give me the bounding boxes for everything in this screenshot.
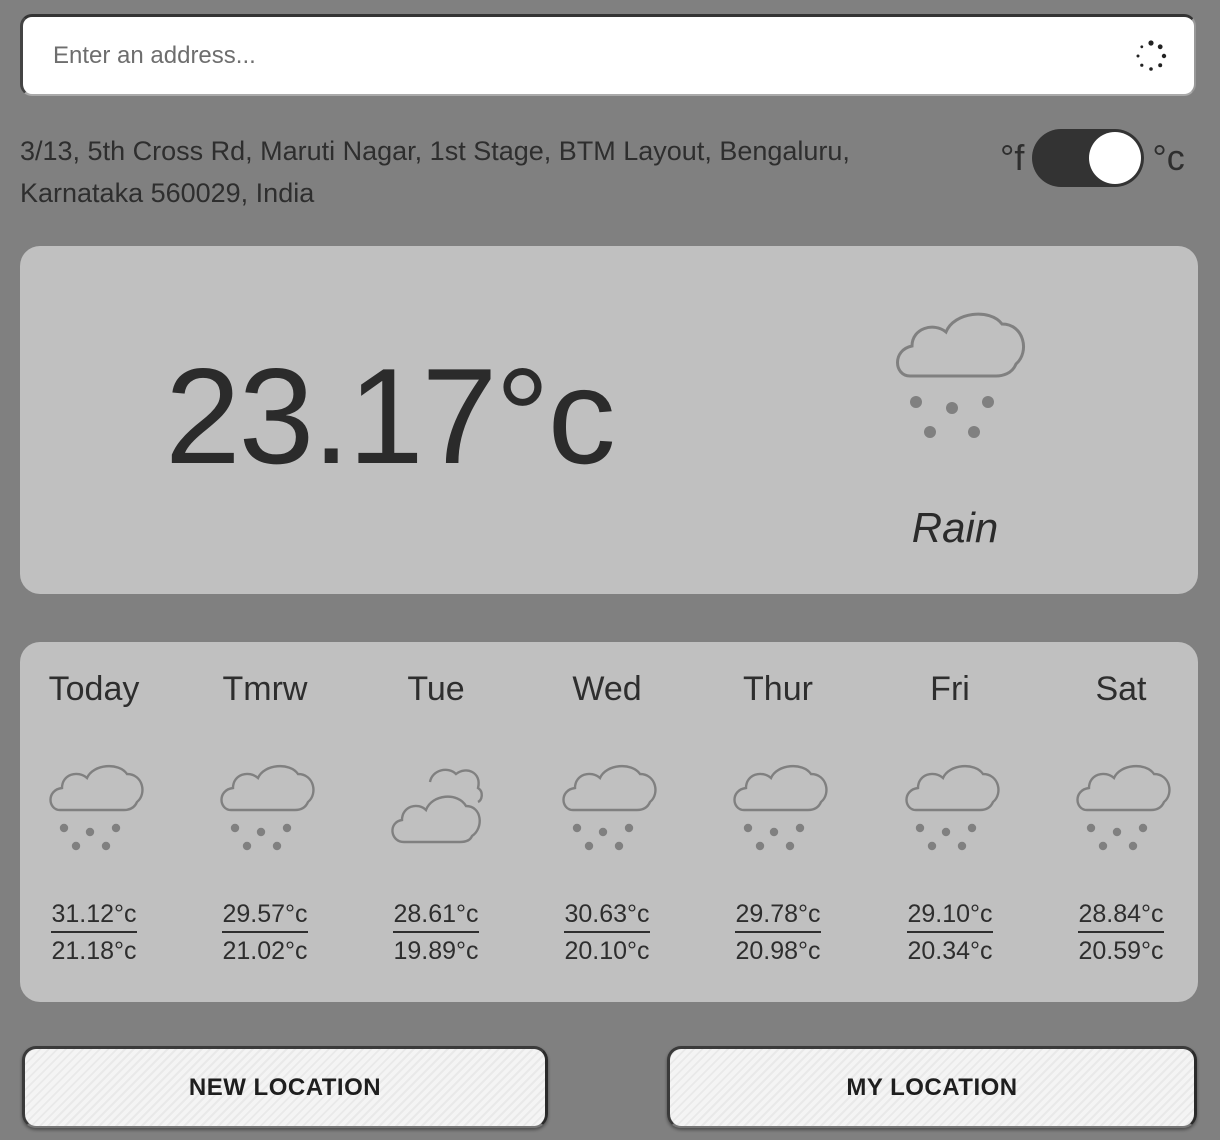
my-location-button[interactable]: MY LOCATION xyxy=(667,1046,1197,1128)
current-address: 3/13, 5th Cross Rd, Maruti Nagar, 1st St… xyxy=(20,136,850,208)
forecast-temps: 30.63°c 20.10°c xyxy=(527,900,687,966)
forecast-day-name: Tue xyxy=(407,670,465,708)
forecast-day: Tue 28.61°c 19.89°c xyxy=(356,642,516,1002)
forecast-low: 19.89°c xyxy=(393,937,479,965)
current-weather-card: 23.17°c Rain xyxy=(20,246,1198,594)
forecast-high: 31.12°c xyxy=(51,900,137,933)
forecast-high: 30.63°c xyxy=(564,900,650,933)
forecast-high: 29.10°c xyxy=(907,900,993,933)
loading-spinner-icon xyxy=(1136,39,1167,71)
current-temperature: 23.17°c xyxy=(165,340,616,492)
forecast-high: 29.78°c xyxy=(735,900,821,933)
forecast-high: 28.84°c xyxy=(1078,900,1164,933)
rain-cloud-icon xyxy=(1076,765,1171,851)
forecast-day-name: Fri xyxy=(930,670,970,708)
forecast-temps: 29.10°c 20.34°c xyxy=(870,900,1030,966)
rain-cloud-icon xyxy=(49,765,144,851)
forecast-day-name: Wed xyxy=(572,670,642,708)
rain-cloud-icon xyxy=(220,765,315,851)
forecast-high: 28.61°c xyxy=(393,900,479,933)
forecast-low: 20.34°c xyxy=(907,937,993,965)
forecast-card: Today 31.12°c 21.18°c Tmrw 29.57°c 21.02… xyxy=(20,642,1198,1002)
forecast-temps: 28.61°c 19.89°c xyxy=(356,900,516,966)
weather-app: 3/13, 5th Cross Rd, Maruti Nagar, 1st St… xyxy=(0,0,1220,1140)
fahrenheit-label: °f xyxy=(1000,137,1025,178)
rain-cloud-icon xyxy=(562,765,657,851)
celsius-label: °c xyxy=(1152,137,1185,178)
forecast-low: 20.10°c xyxy=(564,937,650,965)
forecast-low: 20.98°c xyxy=(735,937,821,965)
forecast-low: 20.59°c xyxy=(1078,937,1164,965)
cloudy-icon xyxy=(391,768,483,844)
forecast-day: Tmrw 29.57°c 21.02°c xyxy=(185,642,345,1002)
forecast-low: 21.02°c xyxy=(222,937,308,965)
rain-cloud-icon xyxy=(733,765,828,851)
forecast-day: Sat 28.84°c 20.59°c xyxy=(1041,642,1201,1002)
forecast-day: Thur 29.78°c 20.98°c xyxy=(698,642,858,1002)
switch-knob xyxy=(1089,132,1142,184)
unit-toggle: °f °c xyxy=(1000,128,1185,188)
address-search-input[interactable] xyxy=(23,17,1134,94)
new-location-button[interactable]: NEW LOCATION xyxy=(22,1046,548,1128)
current-condition: Rain xyxy=(911,504,999,551)
forecast-day: Today 31.12°c 21.18°c xyxy=(14,642,174,1002)
forecast-low: 21.18°c xyxy=(51,937,137,965)
rain-cloud-icon xyxy=(905,765,1000,851)
forecast-day-name: Sat xyxy=(1095,670,1147,708)
unit-switch[interactable] xyxy=(1032,129,1145,187)
forecast-day-name: Today xyxy=(48,670,140,708)
address-search-bar xyxy=(20,14,1196,96)
forecast-day: Fri 29.10°c 20.34°c xyxy=(870,642,1030,1002)
forecast-temps: 29.78°c 20.98°c xyxy=(698,900,858,966)
forecast-temps: 29.57°c 21.02°c xyxy=(185,900,345,966)
forecast-day-name: Tmrw xyxy=(222,670,308,708)
forecast-high: 29.57°c xyxy=(222,900,308,933)
forecast-day-name: Thur xyxy=(743,670,813,708)
forecast-temps: 31.12°c 21.18°c xyxy=(14,900,174,966)
forecast-temps: 28.84°c 20.59°c xyxy=(1041,900,1201,966)
forecast-day: Wed 30.63°c 20.10°c xyxy=(527,642,687,1002)
rain-cloud-icon xyxy=(896,312,1025,438)
